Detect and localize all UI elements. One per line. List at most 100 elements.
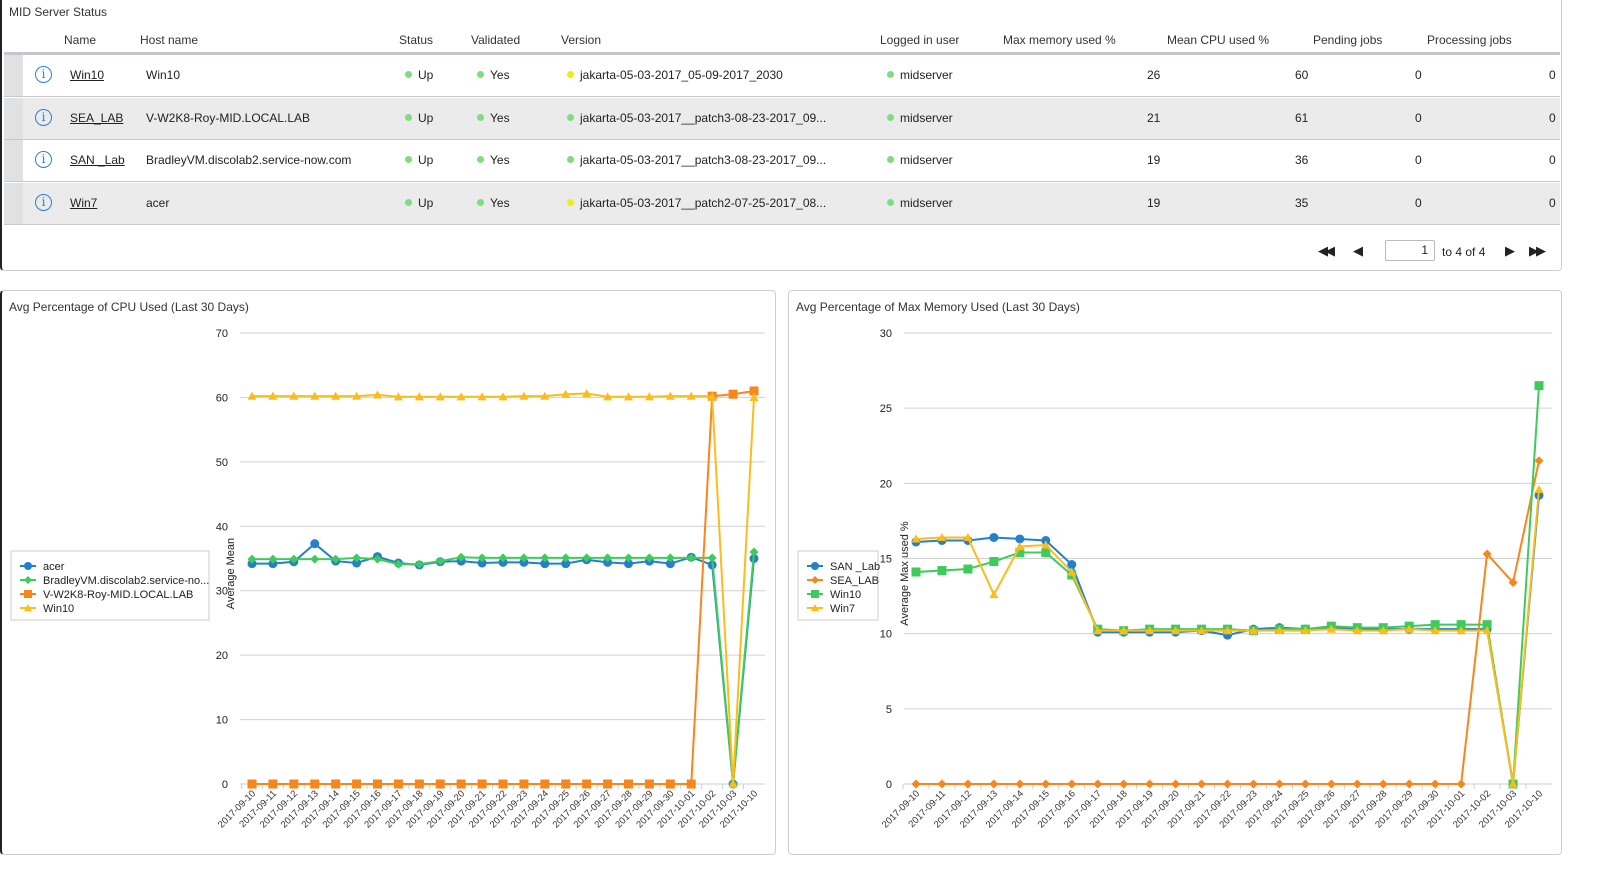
table-row[interactable]: i SAN _Lab BradleyVM.discolab2.service-now… bbox=[4, 140, 1560, 182]
version-value-text: jakarta-05-03-2017__patch3-08-23-2017_09… bbox=[580, 110, 827, 125]
legend-item: V-W2K8-Roy-MID.LOCAL.LAB bbox=[20, 589, 193, 601]
data-point bbox=[540, 779, 550, 789]
col-header-validated[interactable]: Validated bbox=[471, 33, 520, 47]
table-row[interactable]: i Win10 Win10 Up Yes jakarta-05-03-2017_05-09… bbox=[4, 55, 1560, 97]
cpu-chart-panel: 0 10 20 30 40 50 60 70 Average Mean 2017-09-10 201… bbox=[0, 290, 776, 855]
data-point bbox=[1430, 779, 1440, 789]
name-link-text[interactable]: Win7 bbox=[70, 196, 97, 210]
first-page-button[interactable]: ◀◀ bbox=[1318, 243, 1335, 259]
name-link[interactable]: SEA_LAB bbox=[70, 111, 123, 125]
data-point bbox=[644, 779, 654, 789]
data-point bbox=[989, 779, 999, 789]
mean-cpu-value-text: 35 bbox=[1295, 195, 1309, 210]
data-point bbox=[310, 554, 320, 564]
pending-jobs-value-text: 0 bbox=[1415, 68, 1422, 82]
name-link-text[interactable]: SEA_LAB bbox=[70, 111, 123, 125]
status-dot-icon bbox=[477, 198, 484, 206]
data-point bbox=[1534, 484, 1544, 493]
legend-label: V-W2K8-Roy-MID.LOCAL.LAB bbox=[43, 589, 193, 601]
status-dot-icon bbox=[405, 71, 412, 78]
data-point bbox=[1326, 779, 1336, 789]
chart-legend: SAN _Lab SEA_LAB Win10 Win7 bbox=[797, 550, 880, 621]
col-header-version[interactable]: Version bbox=[561, 33, 601, 47]
y-tick-label: 10 bbox=[880, 629, 892, 641]
series-win10 bbox=[911, 381, 1544, 789]
data-point bbox=[456, 779, 466, 789]
data-point bbox=[414, 779, 424, 789]
processing-jobs-value: 0 bbox=[1549, 153, 1556, 167]
col-header-status[interactable]: Status bbox=[399, 33, 433, 47]
name-link[interactable]: SAN _Lab bbox=[70, 153, 125, 167]
info-icon[interactable]: i bbox=[35, 151, 52, 168]
info-icon[interactable]: i bbox=[35, 66, 52, 83]
y-tick-label: 5 bbox=[886, 704, 892, 716]
table-row[interactable]: i Win7 acer Up Yes jakarta-05-03-2017__patch2… bbox=[4, 182, 1560, 225]
status-value-text: Up bbox=[418, 68, 434, 82]
status-dot-icon bbox=[477, 156, 484, 163]
data-point bbox=[331, 779, 341, 789]
data-point bbox=[1534, 456, 1544, 466]
cpu-line-chart: 010203040506070Average Mean2017-09-10201… bbox=[10, 328, 765, 830]
data-point bbox=[1093, 779, 1103, 789]
legend-label: acer bbox=[43, 561, 65, 573]
col-header-logged-in-user[interactable]: Logged in user bbox=[880, 33, 959, 47]
info-icon[interactable]: i bbox=[35, 108, 52, 126]
y-tick-label: 25 bbox=[880, 403, 892, 415]
data-point bbox=[937, 566, 947, 576]
info-icon[interactable]: i bbox=[35, 193, 52, 211]
host-name: Win10 bbox=[146, 68, 180, 82]
table-row[interactable]: i SEA_LAB V-W2K8-Roy-MID.LOCAL.LAB Up Yes jak… bbox=[4, 97, 1560, 140]
validated-value-text: Yes bbox=[490, 68, 510, 82]
y-tick-label: 70 bbox=[216, 328, 228, 340]
pending-jobs-value: 0 bbox=[1415, 153, 1422, 167]
status-dot-icon bbox=[887, 198, 894, 206]
last-page-button[interactable]: ▶▶ bbox=[1529, 243, 1546, 259]
status-value: Up bbox=[405, 111, 433, 125]
max-memory-value-text: 19 bbox=[1147, 153, 1161, 167]
logged-in-user-text: midserver bbox=[900, 195, 953, 210]
col-header-mean-cpu[interactable]: Mean CPU used % bbox=[1167, 33, 1269, 47]
square-marker-icon bbox=[24, 590, 32, 598]
data-point bbox=[1378, 779, 1388, 789]
row-stripe bbox=[4, 97, 23, 139]
col-header-processing-jobs[interactable]: Processing jobs bbox=[1427, 33, 1512, 47]
processing-jobs-value-text: 0 bbox=[1549, 110, 1556, 125]
col-header-name[interactable]: Name bbox=[64, 33, 96, 47]
logged-in-user: midserver bbox=[887, 111, 953, 125]
version-value-text: jakarta-05-03-2017__patch3-08-23-2017_09… bbox=[580, 153, 827, 167]
data-point bbox=[1197, 779, 1207, 789]
circle-marker-icon bbox=[811, 562, 819, 570]
legend-label: SAN _Lab bbox=[830, 561, 880, 573]
version-value-text: jakarta-05-03-2017__patch2-07-25-2017_08… bbox=[580, 195, 827, 210]
status-dot-icon bbox=[405, 156, 412, 163]
name-link[interactable]: Win10 bbox=[70, 68, 104, 82]
data-point bbox=[498, 779, 508, 789]
validated-value: Yes bbox=[477, 196, 510, 210]
status-dot-icon bbox=[567, 198, 574, 206]
col-header-host[interactable]: Host name bbox=[140, 33, 198, 47]
version-value: jakarta-05-03-2017__patch3-08-23-2017_09… bbox=[567, 111, 826, 125]
name-link-text[interactable]: SAN _Lab bbox=[70, 153, 125, 167]
data-point bbox=[624, 779, 633, 789]
series-v-w2k8-roy-mid-local-lab bbox=[247, 386, 759, 789]
name-link-text[interactable]: Win10 bbox=[70, 68, 104, 82]
data-point bbox=[1015, 779, 1025, 789]
row-stripe bbox=[4, 140, 23, 181]
status-dot-icon bbox=[567, 113, 574, 121]
previous-page-button[interactable]: ◀ bbox=[1353, 243, 1363, 259]
page-number-input[interactable]: 1 bbox=[1385, 240, 1435, 261]
data-point bbox=[911, 567, 921, 577]
host-name: BradleyVM.discolab2.service-now.com bbox=[146, 153, 351, 167]
col-header-pending-jobs[interactable]: Pending jobs bbox=[1313, 33, 1382, 47]
status-dot-icon bbox=[405, 198, 412, 206]
name-link[interactable]: Win7 bbox=[70, 196, 97, 210]
col-header-max-memory[interactable]: Max memory used % bbox=[1003, 33, 1116, 47]
next-page-button[interactable]: ▶ bbox=[1505, 243, 1515, 259]
status-value: Up bbox=[405, 68, 433, 82]
processing-jobs-value-text: 0 bbox=[1549, 153, 1556, 167]
status-dot-icon bbox=[887, 113, 894, 121]
validated-value: Yes bbox=[477, 153, 510, 167]
y-tick-label: 20 bbox=[216, 650, 228, 662]
processing-jobs-value-text: 0 bbox=[1549, 195, 1556, 210]
max-memory-value: 19 bbox=[1147, 153, 1160, 167]
